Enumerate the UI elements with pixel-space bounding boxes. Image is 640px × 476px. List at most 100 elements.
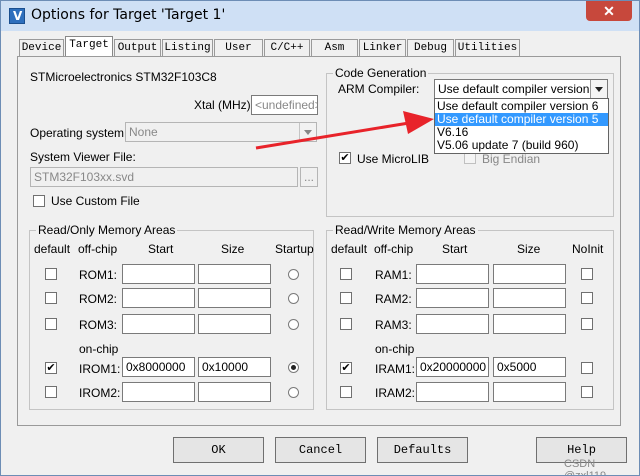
rom2-startup-radio[interactable] [288,293,299,304]
ram2-default-checkbox[interactable] [340,292,352,304]
chevron-down-icon[interactable] [590,80,607,98]
svf-label: System Viewer File: [30,150,136,164]
code-generation-title: Code Generation [333,66,429,80]
tab-asm[interactable]: Asm [311,39,358,56]
ram2-label: RAM2: [375,292,412,306]
defaults-button[interactable]: Defaults [377,437,468,463]
use-custom-file-checkbox[interactable] [33,195,45,207]
rw-header-offchip: off-chip [374,242,414,256]
ro-header-startup: Startup [275,242,314,256]
rw-memory-title: Read/Write Memory Areas [333,223,478,237]
ram1-label: RAM1: [375,268,412,282]
rom3-start-input[interactable] [122,314,195,334]
rom3-size-input[interactable] [198,314,271,334]
ok-button[interactable]: OK [173,437,264,463]
rw-header-size: Size [517,242,541,256]
irom2-label: IROM2: [79,386,121,400]
iram2-label: IRAM2: [375,386,416,400]
arm-compiler-value: Use default compiler version 5 [438,82,600,96]
app-icon [9,8,25,24]
svf-input[interactable]: STM32F103xx.svd [30,167,298,187]
rom1-size-input[interactable] [198,264,271,284]
iram2-noinit-checkbox[interactable] [581,386,593,398]
rom2-label: ROM2: [79,292,118,306]
tab-target[interactable]: Target [65,36,113,57]
iram1-size-input[interactable]: 0x5000 [493,357,566,377]
rw-header-start: Start [442,242,468,256]
iram1-default-checkbox[interactable]: ✔ [340,362,352,374]
rom3-label: ROM3: [79,318,118,332]
tab-utilities[interactable]: Utilities [455,39,520,56]
ram3-default-checkbox[interactable] [340,318,352,330]
watermark: CSDN @zxl119 [564,458,607,476]
ram1-noinit-checkbox[interactable] [581,268,593,280]
irom1-size-input[interactable]: 0x10000 [198,357,271,377]
ram3-noinit-checkbox[interactable] [581,318,593,330]
arm-compiler-select[interactable]: Use default compiler version 5 [434,79,608,99]
tab-debug[interactable]: Debug [407,39,454,56]
rom2-start-input[interactable] [122,288,195,308]
ro-header-default: default [34,242,71,256]
irom2-size-input[interactable] [198,382,271,402]
irom1-startup-radio[interactable] [288,362,299,373]
big-endian-label: Big Endian [482,152,541,166]
tab-output[interactable]: Output [114,39,161,56]
ram3-size-input[interactable] [493,314,566,334]
ro-onchip-label: on-chip [79,342,119,356]
ram2-noinit-checkbox[interactable] [581,292,593,304]
irom2-startup-radio[interactable] [288,387,299,398]
cancel-button[interactable]: Cancel [275,437,366,463]
title-bar[interactable]: Options for Target 'Target 1' ✕ [1,1,639,31]
ram1-default-checkbox[interactable] [340,268,352,280]
ram1-size-input[interactable] [493,264,566,284]
ram3-label: RAM3: [375,318,412,332]
ro-header-start: Start [148,242,174,256]
ram1-start-input[interactable] [416,264,489,284]
ro-header-size: Size [221,242,245,256]
browse-button[interactable]: ... [300,167,318,187]
irom2-start-input[interactable] [122,382,195,402]
annotation-arrow-icon [255,111,434,150]
irom1-label: IROM1: [79,362,121,376]
iram2-default-checkbox[interactable] [340,386,352,398]
iram2-size-input[interactable] [493,382,566,402]
irom2-default-checkbox[interactable] [45,386,57,398]
rw-onchip-label: on-chip [375,342,415,356]
rom1-startup-radio[interactable] [288,269,299,280]
tab-cpp[interactable]: C/C++ [264,39,310,56]
irom1-start-input[interactable]: 0x8000000 [122,357,195,377]
use-custom-file-label: Use Custom File [51,194,140,208]
ram2-start-input[interactable] [416,288,489,308]
compiler-option[interactable]: V5.06 update 7 (build 960) [435,139,608,152]
close-button[interactable]: ✕ [586,1,632,21]
rw-header-default: default [331,242,368,256]
ro-header-offchip: off-chip [78,242,118,256]
tab-listing[interactable]: Listing [162,39,213,56]
xtal-label: Xtal (MHz): [194,98,254,112]
rom2-size-input[interactable] [198,288,271,308]
rom3-startup-radio[interactable] [288,319,299,330]
rom2-default-checkbox[interactable] [45,292,57,304]
rw-header-noinit: NoInit [572,242,604,256]
tab-device[interactable]: Device [19,39,64,56]
iram1-start-input[interactable]: 0x20000000 [416,357,489,377]
iram1-label: IRAM1: [375,362,416,376]
options-dialog: Options for Target 'Target 1' ✕ Device T… [0,0,640,476]
rom1-default-checkbox[interactable] [45,268,57,280]
iram1-noinit-checkbox[interactable] [581,362,593,374]
rom3-default-checkbox[interactable] [45,318,57,330]
iram2-start-input[interactable] [416,382,489,402]
ram3-start-input[interactable] [416,314,489,334]
arm-compiler-label: ARM Compiler: [338,82,420,96]
ram2-size-input[interactable] [493,288,566,308]
compiler-dropdown-list: Use default compiler version 6 Use defau… [434,98,609,154]
ro-memory-title: Read/Only Memory Areas [36,223,178,237]
os-value: None [129,125,158,139]
window-title: Options for Target 'Target 1' [31,7,226,23]
device-name: STMicroelectronics STM32F103C8 [30,70,217,84]
tab-linker[interactable]: Linker [359,39,406,56]
irom1-default-checkbox[interactable]: ✔ [45,362,57,374]
rom1-start-input[interactable] [122,264,195,284]
rom1-label: ROM1: [79,268,118,282]
tab-user[interactable]: User [214,39,263,56]
